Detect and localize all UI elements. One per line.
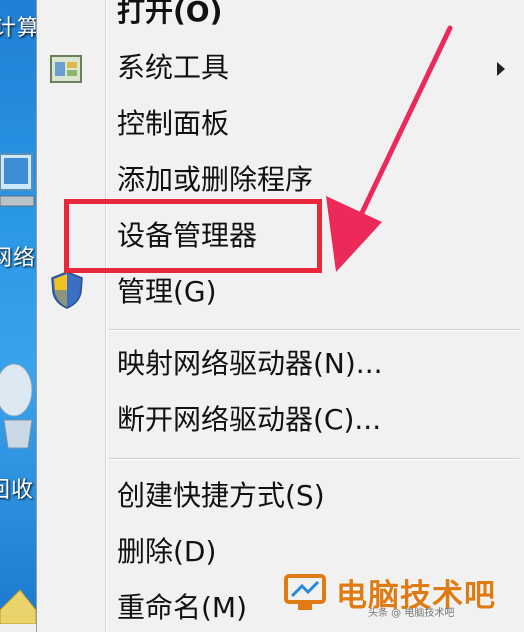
menu-separator xyxy=(109,329,519,331)
watermark-logo-icon xyxy=(284,574,326,610)
watermark: 电脑技术吧 头条 @ 电脑技术吧 xyxy=(282,566,522,622)
menu-item-delete[interactable]: 删除(D) xyxy=(117,532,216,572)
computer-icon[interactable] xyxy=(0,140,36,220)
menu-item-manage[interactable]: 管理(G) xyxy=(117,272,217,312)
menu-item-control-panel[interactable]: 控制面板 xyxy=(117,104,229,144)
menu-item-create-shortcut[interactable]: 创建快捷方式(S) xyxy=(117,476,325,516)
desktop-label-recycle: 回收 xyxy=(0,478,35,503)
watermark-subtext: 头条 @ 电脑技术吧 xyxy=(368,608,455,619)
desktop-label-computer: 计算 xyxy=(0,16,36,41)
desktop-background: 计算 网络 回收 xyxy=(0,0,36,624)
menu-icon-gutter xyxy=(105,0,107,632)
system-tools-icon xyxy=(50,55,82,83)
menu-item-map-network-drive[interactable]: 映射网络驱动器(N)... xyxy=(117,344,383,384)
annotation-highlight-box xyxy=(64,199,322,273)
menu-item-system-tools[interactable]: 系统工具 xyxy=(117,48,229,88)
menu-item-rename[interactable]: 重命名(M) xyxy=(117,588,247,628)
desktop-label-network: 网络 xyxy=(0,246,36,271)
folder-icon[interactable] xyxy=(0,580,36,624)
recycle-bin-icon[interactable] xyxy=(0,360,36,450)
menu-item-open[interactable]: 打开(O) xyxy=(117,0,222,32)
submenu-arrow-icon xyxy=(497,62,505,76)
menu-separator xyxy=(109,458,519,460)
shield-icon xyxy=(51,271,83,309)
menu-item-add-remove-programs[interactable]: 添加或删除程序 xyxy=(117,160,313,200)
menu-item-disconnect-network-drive[interactable]: 断开网络驱动器(C)... xyxy=(117,400,381,440)
annotation-arrow-icon xyxy=(326,25,453,272)
